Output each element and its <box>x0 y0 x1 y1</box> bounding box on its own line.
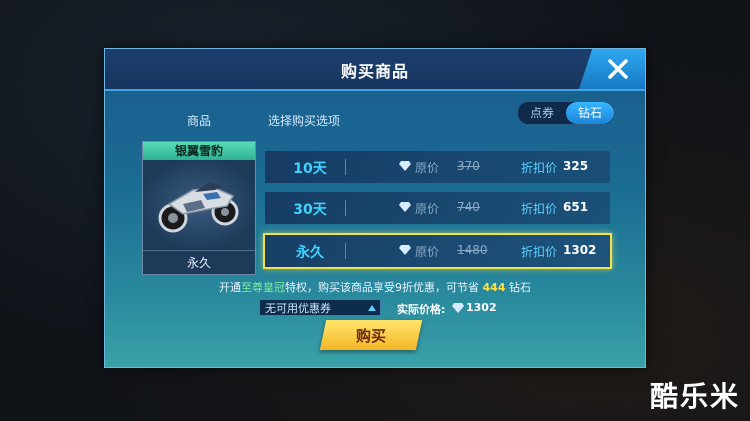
coupon-selected-value: 无可用优惠券 <box>265 302 331 315</box>
diamond-icon <box>399 202 411 212</box>
discount-price-value: 651 <box>563 200 589 214</box>
discount-price-value: 1302 <box>563 243 597 257</box>
option-days: 10天 <box>293 161 327 177</box>
divider <box>345 159 346 175</box>
promo-prefix: 开通 <box>219 281 242 294</box>
original-price-label: 原价 <box>415 202 440 216</box>
actual-price-value: 1302 <box>466 301 497 314</box>
dialog-title: 购买商品 <box>340 62 409 81</box>
diamond-icon <box>399 245 411 255</box>
original-price-value: 370 <box>457 159 480 173</box>
original-price-label: 原价 <box>415 245 440 259</box>
column-label-item: 商品 <box>187 114 212 128</box>
site-watermark-logo: 酷乐米 <box>649 380 740 413</box>
coupon-dropdown[interactable]: 无可用优惠券 <box>259 299 381 316</box>
option-days: 永久 <box>296 245 324 261</box>
option-row-30-days[interactable]: 30天 原价 740 折扣价 651 <box>265 192 610 224</box>
close-button[interactable] <box>579 49 645 89</box>
promo-vip-link[interactable]: 至尊皇冠 <box>241 281 285 294</box>
diamond-icon <box>399 161 411 171</box>
original-price-value: 1480 <box>457 243 488 257</box>
currency-toggle: 点券 钻石 <box>517 101 615 125</box>
vip-promo-text: 开通至尊皇冠特权，购买该商品享受9折优惠，可节省 444 钻石 <box>105 279 645 295</box>
item-duration: 永久 <box>143 250 255 275</box>
promo-middle: 特权，购买该商品享受9折优惠，可节省 <box>285 281 480 294</box>
triangle-up-icon <box>368 305 376 311</box>
discount-price-label: 折扣价 <box>521 245 558 259</box>
option-row-10-days[interactable]: 10天 原价 370 折扣价 325 <box>265 151 610 183</box>
item-image <box>143 160 255 248</box>
motorcycle-icon <box>158 182 239 233</box>
original-price-label: 原价 <box>415 161 440 175</box>
option-days: 30天 <box>293 202 327 218</box>
divider <box>345 200 346 216</box>
column-label-options: 选择购买选项 <box>268 114 341 128</box>
item-card: 银翼雪豹 永久 <box>142 141 256 275</box>
diamond-icon <box>452 303 464 313</box>
divider <box>345 243 346 259</box>
close-icon <box>608 59 628 79</box>
discount-price-label: 折扣价 <box>521 202 558 216</box>
buy-button[interactable] <box>319 320 423 350</box>
toggle-coupon-points[interactable]: 点券 <box>518 102 566 124</box>
promo-save-amount: 444 <box>482 281 506 294</box>
actual-price-label: 实际价格: <box>397 303 446 316</box>
dialog-header: 购买商品 <box>105 49 645 91</box>
option-row-permanent[interactable]: 永久 原价 1480 折扣价 1302 <box>263 233 612 269</box>
item-name: 银翼雪豹 <box>143 142 255 160</box>
discount-price-value: 325 <box>563 159 589 173</box>
promo-suffix: 钻石 <box>508 281 531 294</box>
original-price-value: 740 <box>457 200 480 214</box>
discount-price-label: 折扣价 <box>521 161 558 175</box>
toggle-diamonds[interactable]: 钻石 <box>566 102 614 124</box>
purchase-dialog: 购买商品 商品 选择购买选项 点券 钻石 银翼雪豹 永久 10天 原价 370 … <box>104 48 646 368</box>
